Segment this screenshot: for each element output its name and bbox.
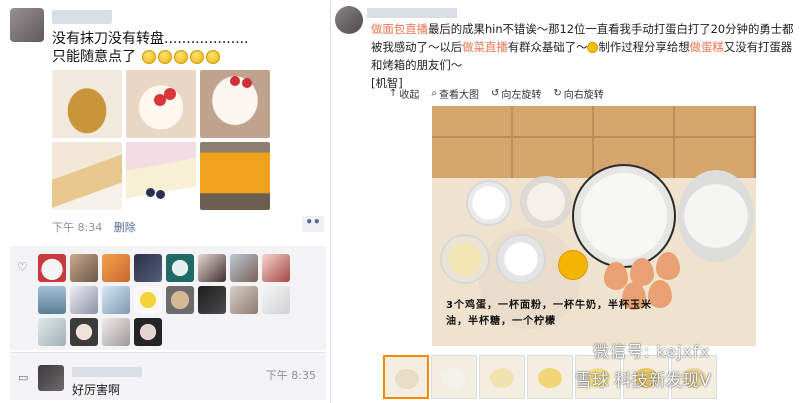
egg	[656, 252, 680, 280]
topic-tag[interactable]: 直播	[485, 40, 508, 54]
comment-icon: ▭	[18, 371, 29, 384]
rotate-left-button[interactable]: ↺ 向左旋转	[491, 86, 541, 101]
oil-cup	[440, 234, 490, 284]
liker-avatar[interactable]	[230, 286, 258, 314]
liker-avatar[interactable]	[262, 254, 290, 282]
topic-tag[interactable]: 直播	[405, 22, 428, 36]
image-toolbar: ↑ 收起 ⌕ 查看大图 ↺ 向左旋转 ↻ 向右旋转	[389, 86, 604, 101]
liker-avatar[interactable]	[70, 318, 98, 346]
emoji-row	[142, 50, 221, 64]
liker-avatar[interactable]	[166, 254, 194, 282]
weibo-post: 做面包直播最后的成果hin不错诶～那12位一直看我手动打蛋白打了20分钟的勇士都…	[331, 0, 800, 403]
collapse-icon: ↑	[389, 88, 398, 99]
flour-cup	[520, 176, 572, 228]
rotate-right-label: 向右旋转	[563, 90, 604, 101]
post-text-c: 制作过程分享给想	[598, 40, 690, 54]
liker-avatar[interactable]	[38, 286, 66, 314]
grin-emoji-icon	[158, 50, 173, 64]
mixing-bowl	[572, 164, 676, 268]
post-text: 没有抹刀没有转盘................... 只能随意点了	[52, 30, 249, 66]
grin-emoji-icon	[190, 50, 205, 64]
nickname-blurred[interactable]	[367, 8, 457, 18]
commenter-avatar[interactable]	[38, 365, 64, 391]
magnifier-icon: ⌕	[431, 88, 437, 99]
post-text-b: 有群众基础了～	[507, 40, 588, 54]
liker-avatar[interactable]	[166, 286, 194, 314]
main-photo[interactable]: 3个鸡蛋，一杯面粉，一杯牛奶，半杯玉米油，半杯糖，一个柠檬	[432, 106, 756, 346]
bowl-with-whisk	[678, 170, 754, 262]
rotate-right-button[interactable]: ↻ 向右旋转	[553, 86, 603, 101]
grin-emoji-icon	[142, 50, 157, 64]
liker-avatar[interactable]	[134, 254, 162, 282]
topic-tag[interactable]: 做面包	[371, 22, 405, 36]
liker-avatar[interactable]	[70, 254, 98, 282]
thumbnail[interactable]	[527, 355, 573, 399]
post-text-line2: 只能随意点了	[52, 49, 136, 65]
comments-panel: ▭ 好厉害啊 下午 8:35	[10, 352, 326, 400]
liker-avatar[interactable]	[134, 318, 162, 346]
watermark-wechat-id: 微信号: kejxfx	[593, 342, 711, 361]
post-time: 下午 8:34	[52, 221, 103, 234]
liker-avatar[interactable]	[198, 286, 226, 314]
avatar[interactable]	[10, 8, 44, 42]
liker-avatar[interactable]	[102, 286, 130, 314]
liker-avatar[interactable]	[102, 318, 130, 346]
comment-text: 好厉害啊	[72, 383, 121, 397]
photo-thumbnail[interactable]	[200, 70, 270, 138]
photo-thumbnail[interactable]	[126, 142, 196, 210]
post-meta: 下午 8:34 删除	[52, 219, 136, 235]
watermark-xueqiu: 雪球 科技新发现V	[575, 371, 712, 391]
liker-avatar[interactable]	[134, 286, 162, 314]
wechat-moment-card: 没有抹刀没有转盘................... 只能随意点了 下午 8:…	[0, 0, 330, 403]
topic-tag[interactable]: 做菜	[462, 40, 485, 54]
topic-tag[interactable]: 做蛋糕	[690, 40, 724, 54]
rotate-left-icon: ↺	[491, 88, 500, 99]
lemon	[558, 250, 588, 280]
photo-thumbnail[interactable]	[52, 142, 122, 210]
grin-emoji-icon	[206, 50, 221, 64]
commenter-name-blurred[interactable]	[72, 367, 142, 377]
liker-avatar[interactable]	[102, 254, 130, 282]
avatar[interactable]	[335, 6, 363, 34]
rotate-left-label: 向左旋转	[501, 90, 542, 101]
photo-grid	[52, 70, 270, 210]
liker-avatar[interactable]	[198, 254, 226, 282]
egg	[604, 262, 628, 290]
view-large-button[interactable]: ⌕ 查看大图	[431, 86, 479, 101]
recipe-handwriting: 3个鸡蛋，一杯面粉，一杯牛奶，半杯玉米油，半杯糖，一个柠檬	[446, 300, 652, 327]
photo-thumbnail[interactable]	[126, 70, 196, 138]
milk-cup	[466, 180, 512, 226]
likes-panel: ♡	[10, 246, 326, 350]
rotate-right-icon: ↻	[553, 88, 562, 99]
more-button[interactable]: ••	[302, 216, 324, 232]
liker-avatar[interactable]	[38, 318, 66, 346]
nickname-blurred[interactable]	[52, 10, 112, 24]
comment-time: 下午 8:35	[265, 369, 316, 382]
view-large-label: 查看大图	[439, 90, 479, 101]
liker-avatar[interactable]	[70, 286, 98, 314]
thumbnail[interactable]	[479, 355, 525, 399]
photo-thumbnail[interactable]	[200, 142, 270, 210]
collapse-button[interactable]: ↑ 收起	[389, 86, 419, 101]
delete-link[interactable]: 删除	[114, 221, 136, 234]
liker-avatar[interactable]	[38, 254, 66, 282]
sugar-cup	[496, 234, 546, 284]
heart-icon: ♡	[17, 260, 28, 274]
collapse-label: 收起	[399, 90, 420, 101]
post-text-line1: 没有抹刀没有转盘...................	[52, 31, 249, 47]
smile-emoji-icon	[587, 42, 599, 53]
tile-wall	[432, 106, 756, 178]
grin-emoji-icon	[174, 50, 189, 64]
liker-avatar[interactable]	[230, 254, 258, 282]
liker-avatar[interactable]	[262, 286, 290, 314]
thumbnail[interactable]	[431, 355, 477, 399]
thumbnail-selected[interactable]	[383, 355, 429, 399]
photo-thumbnail[interactable]	[52, 70, 122, 138]
post-text: 做面包直播最后的成果hin不错诶～那12位一直看我手动打蛋白打了20分钟的勇士都…	[371, 20, 796, 92]
